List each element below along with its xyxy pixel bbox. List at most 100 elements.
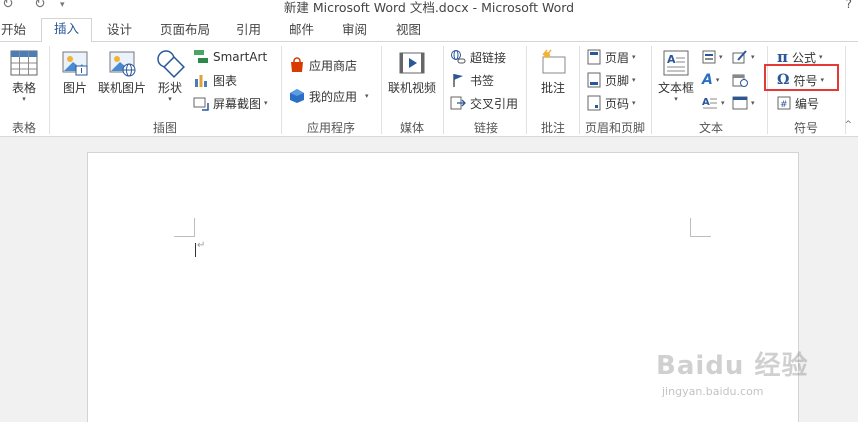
chevron-down-icon: ▾ (365, 92, 369, 100)
online-video-icon (399, 52, 425, 74)
tab-view[interactable]: 视图 (396, 19, 421, 38)
group-divider (651, 46, 652, 134)
textbox-icon: A (663, 50, 689, 76)
cross-reference-button[interactable]: 交叉引用 (450, 93, 518, 113)
group-label-symbols: 符号 (793, 121, 818, 135)
group-label-table: 表格 (11, 121, 36, 135)
picture-icon (62, 51, 88, 76)
group-label-media: 媒体 (399, 121, 424, 135)
bookmark-icon (453, 74, 463, 87)
title-bar: ↻ ↻ ▾ 新建 Microsoft Word 文档.docx - Micros… (0, 0, 858, 15)
calendar-icon (732, 74, 748, 87)
chevron-down-icon: ▾ (721, 99, 725, 107)
tab-mailings[interactable]: 邮件 (289, 19, 314, 38)
chevron-down-icon: ▾ (751, 99, 755, 107)
symbol-highlight-box (764, 64, 839, 91)
group-divider (281, 46, 282, 134)
group-label-illustrations: 插图 (152, 121, 177, 135)
table-icon (10, 50, 38, 76)
bookmark-button[interactable]: 书签 (450, 70, 494, 90)
store-icon (291, 57, 303, 72)
chart-button[interactable]: 图表 (193, 70, 237, 90)
hyperlink-button[interactable]: 超链接 (450, 47, 506, 67)
chevron-down-icon: ▾ (674, 95, 678, 103)
table-button[interactable]: 表格 ▾ (6, 48, 42, 103)
quick-parts-button[interactable]: ▾ (702, 47, 723, 67)
online-picture-icon (109, 51, 136, 77)
group-divider (526, 46, 527, 134)
help-button[interactable]: ? (846, 0, 852, 11)
paragraph-mark-icon: ↵ (197, 240, 206, 251)
chevron-down-icon: ▾ (22, 95, 26, 103)
tab-page-layout[interactable]: 页面布局 (160, 19, 210, 38)
page-number-icon (587, 95, 601, 111)
drop-cap-button[interactable]: A ▾ (702, 93, 725, 113)
watermark-brand: Baidu 经验 (656, 351, 809, 381)
group-label-comments: 批注 (540, 121, 565, 135)
date-time-button[interactable] (732, 70, 748, 90)
screenshot-button[interactable]: 屏幕截图 ▾ (193, 93, 268, 113)
chevron-down-icon: ▾ (264, 99, 268, 107)
tab-insert[interactable]: 插入 (41, 18, 93, 43)
tab-design[interactable]: 设计 (107, 19, 132, 38)
group-label-text: 文本 (698, 121, 723, 135)
textbox-button[interactable]: A 文本框 ▾ (656, 48, 696, 103)
number-button[interactable]: # 编号 (777, 93, 819, 113)
svg-text:A: A (667, 53, 676, 66)
page-number-button[interactable]: 页码 ▾ (587, 93, 636, 113)
group-label-links: 链接 (473, 121, 498, 135)
text-cursor (195, 243, 196, 257)
group-divider (381, 46, 382, 134)
group-divider (49, 46, 50, 134)
group-divider (579, 46, 580, 134)
my-apps-icon (290, 89, 304, 103)
crop-mark-left (174, 218, 195, 237)
online-video-button[interactable]: 联机视频 (386, 48, 438, 95)
online-picture-button[interactable]: 联机图片 (96, 48, 148, 95)
tab-home[interactable]: 开始 (1, 19, 26, 38)
chevron-down-icon: ▾ (719, 53, 723, 61)
chevron-down-icon: ▾ (168, 95, 172, 103)
chevron-down-icon: ▾ (751, 53, 755, 61)
header-button[interactable]: 页眉 ▾ (587, 47, 636, 67)
group-label-apps: 应用程序 (306, 121, 355, 135)
chevron-down-icon: ▾ (632, 53, 636, 61)
smartart-button[interactable]: SmartArt (193, 47, 267, 67)
collapse-ribbon-icon[interactable]: ^ (844, 120, 852, 130)
chevron-down-icon: ▾ (819, 53, 823, 61)
wordart-icon: A (702, 72, 713, 88)
crop-mark-right (690, 218, 711, 237)
wordart-button[interactable]: A ▾ (702, 70, 719, 90)
chevron-down-icon: ▾ (632, 99, 636, 107)
smartart-icon (194, 50, 208, 63)
comment-icon (542, 49, 566, 74)
chevron-down-icon: ▾ (632, 76, 636, 84)
my-apps-button[interactable]: 我的应用 ▾ (289, 86, 369, 106)
svg-text:#: # (780, 100, 788, 110)
object-button[interactable]: ▾ (732, 93, 755, 113)
drop-cap-icon: A (702, 97, 717, 109)
chart-icon (195, 75, 207, 87)
tab-review[interactable]: 审阅 (342, 19, 367, 38)
comment-button[interactable]: 批注 (534, 48, 572, 95)
footer-icon (587, 72, 601, 88)
quick-parts-icon (702, 50, 716, 64)
ribbon: 表格 ▾ 表格 图片 联机图片 形状 ▾ SmartArt 图表 屏幕截图 ▾ … (0, 42, 858, 137)
object-icon (732, 96, 748, 110)
signature-line-button[interactable]: ▾ (732, 47, 755, 67)
chevron-down-icon: ▾ (715, 76, 720, 84)
ribbon-tabs: 开始 插入 设计 页面布局 引用 邮件 审阅 视图 (0, 14, 858, 43)
picture-button[interactable]: 图片 (57, 48, 93, 95)
svg-text:A: A (702, 97, 710, 108)
screenshot-icon (193, 97, 209, 111)
number-icon: # (777, 96, 791, 110)
group-divider (443, 46, 444, 134)
signature-line-icon (732, 50, 747, 64)
footer-button[interactable]: 页脚 ▾ (587, 70, 636, 90)
baidu-watermark: Baidu 经验 jingyan.baidu.com (656, 345, 856, 415)
store-button[interactable]: 应用商店 (289, 55, 357, 75)
header-icon (587, 49, 601, 65)
tab-references[interactable]: 引用 (236, 19, 261, 38)
shapes-button[interactable]: 形状 ▾ (153, 48, 187, 103)
hyperlink-icon (451, 50, 466, 64)
